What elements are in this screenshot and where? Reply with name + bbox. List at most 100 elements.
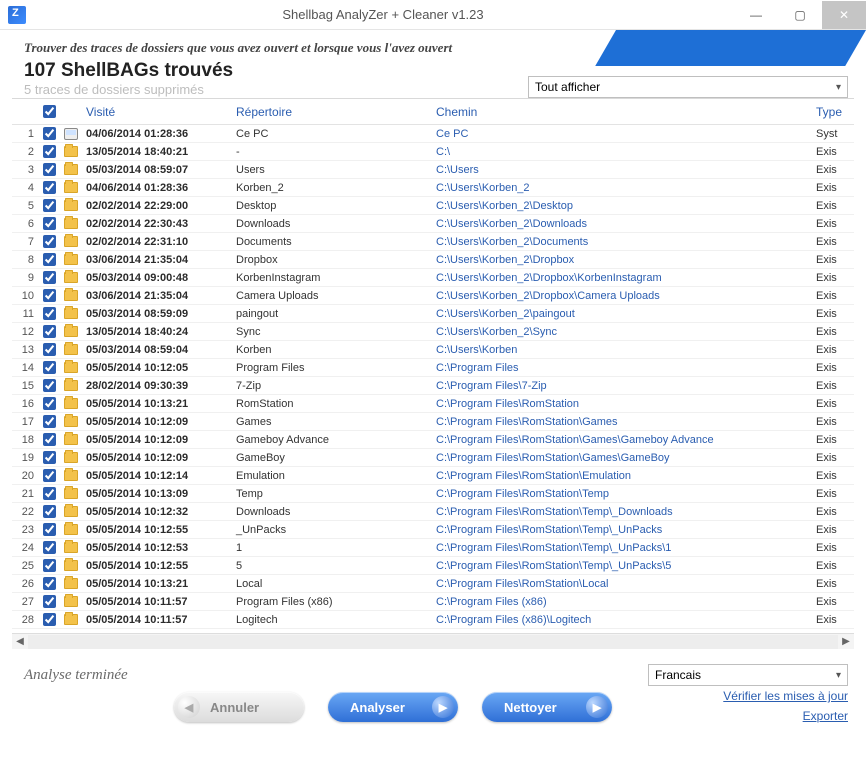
row-checkbox-cell[interactable]	[38, 469, 60, 482]
table-row[interactable]: 305/03/2014 08:59:07UsersC:\UsersExis	[12, 161, 854, 179]
row-checkbox[interactable]	[43, 415, 56, 428]
row-checkbox[interactable]	[43, 343, 56, 356]
col-check-header[interactable]	[38, 105, 60, 118]
table-row[interactable]: 2105/05/2014 10:13:09TempC:\Program File…	[12, 485, 854, 503]
row-checkbox[interactable]	[43, 595, 56, 608]
table-row[interactable]: 104/06/2014 01:28:36Ce PCCe PCSyst	[12, 125, 854, 143]
row-checkbox[interactable]	[43, 163, 56, 176]
col-repertoire-header[interactable]: Répertoire	[232, 105, 432, 119]
table-row[interactable]: 1405/05/2014 10:12:05Program FilesC:\Pro…	[12, 359, 854, 377]
row-checkbox[interactable]	[43, 559, 56, 572]
row-checkbox[interactable]	[43, 181, 56, 194]
row-checkbox-cell[interactable]	[38, 559, 60, 572]
table-row[interactable]: 404/06/2014 01:28:36Korben_2C:\Users\Kor…	[12, 179, 854, 197]
row-checkbox-cell[interactable]	[38, 145, 60, 158]
check-updates-link[interactable]: Vérifier les mises à jour	[723, 689, 848, 703]
table-row[interactable]: 1705/05/2014 10:12:09GamesC:\Program Fil…	[12, 413, 854, 431]
table-row[interactable]: 803/06/2014 21:35:04DropboxC:\Users\Korb…	[12, 251, 854, 269]
row-checkbox[interactable]	[43, 379, 56, 392]
row-checkbox[interactable]	[43, 307, 56, 320]
language-dropdown[interactable]: Francais ▾	[648, 664, 848, 686]
table-row[interactable]: 1305/03/2014 08:59:04KorbenC:\Users\Korb…	[12, 341, 854, 359]
analyze-button[interactable]: Analyser ▶	[328, 692, 458, 722]
row-checkbox[interactable]	[43, 397, 56, 410]
row-checkbox-cell[interactable]	[38, 271, 60, 284]
maximize-button[interactable]: ▢	[778, 1, 822, 29]
row-checkbox-cell[interactable]	[38, 415, 60, 428]
row-checkbox[interactable]	[43, 145, 56, 158]
table-row[interactable]: 2605/05/2014 10:13:21LocalC:\Program Fil…	[12, 575, 854, 593]
row-checkbox[interactable]	[43, 199, 56, 212]
table-row[interactable]: 2505/05/2014 10:12:555C:\Program Files\R…	[12, 557, 854, 575]
row-checkbox-cell[interactable]	[38, 577, 60, 590]
row-checkbox[interactable]	[43, 127, 56, 140]
minimize-button[interactable]: —	[734, 1, 778, 29]
table-row[interactable]: 905/03/2014 09:00:48KorbenInstagramC:\Us…	[12, 269, 854, 287]
table-row[interactable]: 2005/05/2014 10:12:14EmulationC:\Program…	[12, 467, 854, 485]
table-row[interactable]: 1605/05/2014 10:13:21RomStationC:\Progra…	[12, 395, 854, 413]
row-checkbox[interactable]	[43, 523, 56, 536]
clean-button[interactable]: Nettoyer ▶	[482, 692, 612, 722]
table-row[interactable]: 1805/05/2014 10:12:09Gameboy AdvanceC:\P…	[12, 431, 854, 449]
row-checkbox[interactable]	[43, 433, 56, 446]
row-checkbox-cell[interactable]	[38, 595, 60, 608]
row-checkbox[interactable]	[43, 325, 56, 338]
scroll-left-arrow-icon[interactable]: ◀	[12, 636, 28, 647]
row-checkbox-cell[interactable]	[38, 361, 60, 374]
row-checkbox-cell[interactable]	[38, 343, 60, 356]
row-checkbox-cell[interactable]	[38, 613, 60, 626]
cancel-button[interactable]: ◀ Annuler	[174, 692, 304, 722]
table-row[interactable]: 602/02/2014 22:30:43DownloadsC:\Users\Ko…	[12, 215, 854, 233]
row-checkbox[interactable]	[43, 613, 56, 626]
row-checkbox-cell[interactable]	[38, 325, 60, 338]
row-checkbox-cell[interactable]	[38, 289, 60, 302]
horizontal-scrollbar[interactable]: ◀ ▶	[12, 633, 854, 649]
table-row[interactable]: 1528/02/2014 09:30:397-ZipC:\Program Fil…	[12, 377, 854, 395]
table-row[interactable]: 2405/05/2014 10:12:531C:\Program Files\R…	[12, 539, 854, 557]
table-row[interactable]: 1213/05/2014 18:40:24SyncC:\Users\Korben…	[12, 323, 854, 341]
row-checkbox-cell[interactable]	[38, 307, 60, 320]
select-all-checkbox[interactable]	[43, 105, 56, 118]
row-checkbox-cell[interactable]	[38, 397, 60, 410]
table-row[interactable]: 1105/03/2014 08:59:09paingoutC:\Users\Ko…	[12, 305, 854, 323]
table-row[interactable]: 702/02/2014 22:31:10DocumentsC:\Users\Ko…	[12, 233, 854, 251]
row-checkbox-cell[interactable]	[38, 181, 60, 194]
col-chemin-header[interactable]: Chemin	[432, 105, 812, 119]
row-checkbox[interactable]	[43, 505, 56, 518]
row-checkbox[interactable]	[43, 235, 56, 248]
row-checkbox-cell[interactable]	[38, 451, 60, 464]
row-checkbox[interactable]	[43, 361, 56, 374]
close-button[interactable]: ✕	[822, 1, 866, 29]
row-checkbox-cell[interactable]	[38, 379, 60, 392]
row-checkbox-cell[interactable]	[38, 433, 60, 446]
table-row[interactable]: 213/05/2014 18:40:21-C:\Exis	[12, 143, 854, 161]
row-checkbox[interactable]	[43, 451, 56, 464]
row-checkbox-cell[interactable]	[38, 505, 60, 518]
row-checkbox[interactable]	[43, 469, 56, 482]
table-row[interactable]: 2205/05/2014 10:12:32DownloadsC:\Program…	[12, 503, 854, 521]
table-row[interactable]: 2705/05/2014 10:11:57Program Files (x86)…	[12, 593, 854, 611]
table-row[interactable]: 1905/05/2014 10:12:09GameBoyC:\Program F…	[12, 449, 854, 467]
col-type-header[interactable]: Type	[812, 105, 854, 119]
row-checkbox-cell[interactable]	[38, 541, 60, 554]
row-checkbox-cell[interactable]	[38, 163, 60, 176]
row-checkbox-cell[interactable]	[38, 523, 60, 536]
filter-dropdown[interactable]: Tout afficher ▾	[528, 76, 848, 98]
row-checkbox-cell[interactable]	[38, 235, 60, 248]
row-checkbox[interactable]	[43, 271, 56, 284]
row-checkbox-cell[interactable]	[38, 127, 60, 140]
row-checkbox[interactable]	[43, 217, 56, 230]
table-row[interactable]: 502/02/2014 22:29:00DesktopC:\Users\Korb…	[12, 197, 854, 215]
col-visite-header[interactable]: Visité	[82, 105, 232, 119]
table-row[interactable]: 1003/06/2014 21:35:04Camera UploadsC:\Us…	[12, 287, 854, 305]
table-row[interactable]: 2805/05/2014 10:11:57LogitechC:\Program …	[12, 611, 854, 629]
row-checkbox[interactable]	[43, 253, 56, 266]
row-checkbox[interactable]	[43, 577, 56, 590]
scroll-track[interactable]	[28, 635, 838, 649]
export-link[interactable]: Exporter	[803, 709, 848, 723]
row-checkbox[interactable]	[43, 541, 56, 554]
row-checkbox-cell[interactable]	[38, 199, 60, 212]
row-checkbox-cell[interactable]	[38, 487, 60, 500]
scroll-right-arrow-icon[interactable]: ▶	[838, 636, 854, 647]
row-checkbox[interactable]	[43, 289, 56, 302]
